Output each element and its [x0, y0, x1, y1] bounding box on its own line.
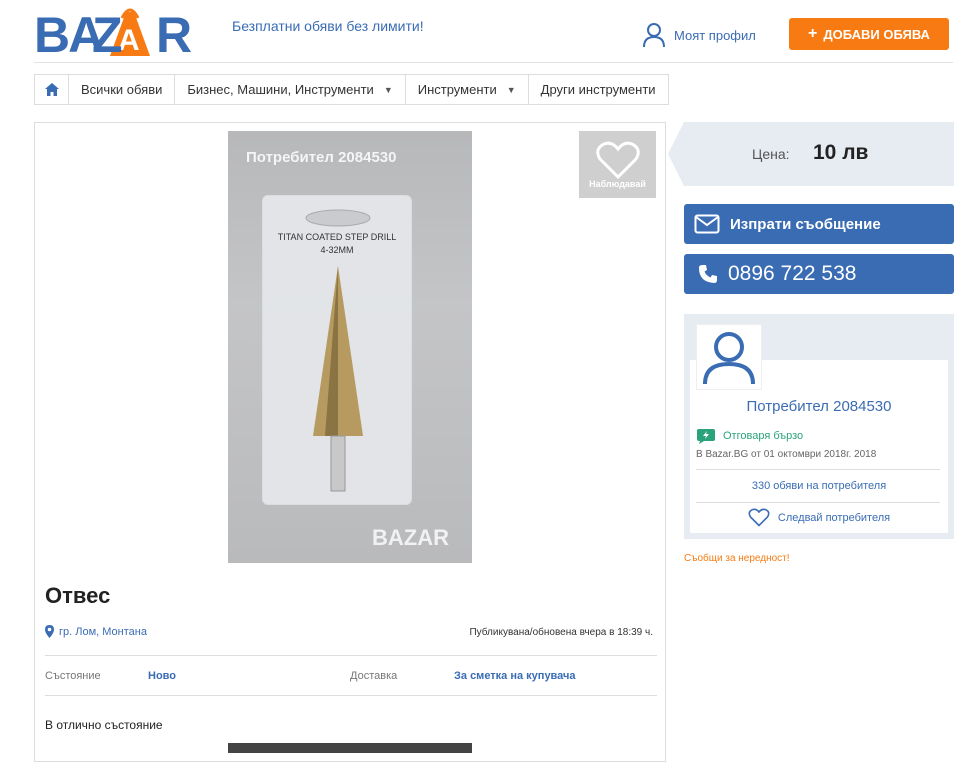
watch-label: Наблюдавай — [589, 178, 646, 189]
bazar-logo[interactable]: BA R A Z — [34, 4, 196, 63]
seller-box: Потребител 2084530 Отговаря бързо В Baza… — [684, 314, 954, 539]
envelope-icon — [694, 214, 720, 234]
package-text: TITAN COATED STEP DRILL 4-32MM — [277, 232, 397, 255]
heart-icon — [748, 508, 770, 527]
breadcrumb-item-business[interactable]: Бизнес, Машини, Инструменти ▼ — [174, 74, 405, 105]
seller-ads-link[interactable]: 330 обяви на потребителя — [684, 480, 954, 492]
send-message-label: Изпрати съобщение — [730, 215, 881, 233]
user-icon — [643, 23, 665, 48]
price-label: Цена: — [752, 146, 790, 162]
chevron-down-icon[interactable]: ▼ — [507, 85, 516, 95]
photo-watermark: Потребител 2084530 — [246, 149, 397, 166]
breadcrumb: Всички обяви Бизнес, Машини, Инструменти… — [34, 74, 669, 105]
divider — [696, 469, 940, 470]
phone-number: 0896 722 538 — [728, 262, 857, 285]
svg-text:R: R — [156, 7, 192, 60]
breadcrumb-home[interactable] — [34, 74, 68, 105]
listing-photo[interactable]: Потребител 2084530 TITAN COATED STEP DRI… — [228, 131, 472, 563]
location-pin-icon — [45, 625, 54, 638]
seller-name[interactable]: Потребител 2084530 — [684, 398, 954, 415]
divider — [45, 695, 657, 696]
phone-button[interactable]: 0896 722 538 — [684, 254, 954, 294]
divider — [45, 655, 657, 656]
delivery-value: За сметка на купувача — [454, 670, 576, 682]
my-profile-label: Моят профил — [674, 27, 756, 43]
send-message-button[interactable]: Изпрати съобщение — [684, 204, 954, 244]
plus-icon: + — [808, 25, 818, 42]
chevron-down-icon[interactable]: ▼ — [384, 85, 393, 95]
breadcrumb-item-all[interactable]: Всички обяви — [68, 74, 175, 105]
my-profile-link[interactable]: Моят профил — [642, 22, 756, 48]
fast-reply-label: Отговаря бързо — [723, 430, 804, 442]
add-listing-label: ДОБАВИ ОБЯВА — [823, 26, 930, 42]
tagline: Безплатни обяви без лимити! — [232, 18, 424, 34]
delivery-label: Доставка — [350, 670, 398, 682]
svg-text:Z: Z — [92, 7, 123, 60]
divider — [696, 502, 940, 503]
follow-seller-button[interactable]: Следвай потребителя — [684, 508, 954, 527]
listing-title: Отвес — [45, 583, 111, 608]
price-value: 10 лв — [813, 141, 869, 164]
condition-label: Състояние — [45, 670, 101, 682]
avatar[interactable] — [696, 324, 762, 390]
listing-photo-second[interactable] — [228, 743, 472, 753]
breadcrumb-item-tools[interactable]: Инструменти ▼ — [404, 74, 528, 105]
price-box: Цена: 10 лв — [668, 122, 954, 186]
home-icon — [44, 83, 59, 96]
location-link[interactable]: гр. Лом, Монтана — [45, 625, 147, 638]
breadcrumb-label: Бизнес, Машини, Инструменти — [187, 82, 374, 97]
breadcrumb-item-other-tools[interactable]: Други инструменти — [527, 74, 669, 105]
follow-seller-label: Следвай потребителя — [777, 511, 891, 524]
listing-description: В отлично състояние — [45, 718, 163, 732]
location-label: гр. Лом, Монтана — [59, 625, 147, 638]
chat-bolt-icon — [697, 429, 715, 444]
phone-icon — [699, 265, 717, 283]
heart-icon — [595, 141, 640, 179]
add-listing-button[interactable]: + ДОБАВИ ОБЯВА — [789, 18, 949, 50]
photo-brand-watermark: BAZAR — [372, 525, 449, 550]
member-since: В Bazar.BG от 01 октомври 2018г. 2018 — [696, 449, 877, 460]
breadcrumb-label: Други инструменти — [540, 82, 656, 97]
condition-value: Ново — [148, 670, 176, 682]
header-divider — [34, 62, 953, 63]
user-icon — [703, 332, 755, 385]
header: BA R A Z Безплатни обяви без лимити! Моя… — [0, 0, 976, 63]
fast-reply-badge: Отговаря бързо — [696, 428, 803, 444]
watch-button[interactable]: Наблюдавай — [579, 131, 656, 198]
listing-card: Потребител 2084530 TITAN COATED STEP DRI… — [34, 122, 666, 762]
published-date: Публикувана/обновена вчера в 18:39 ч. — [469, 627, 653, 638]
breadcrumb-label: Всички обяви — [81, 82, 163, 97]
report-link[interactable]: Съобщи за нередност! — [684, 553, 790, 564]
breadcrumb-label: Инструменти — [417, 82, 497, 97]
